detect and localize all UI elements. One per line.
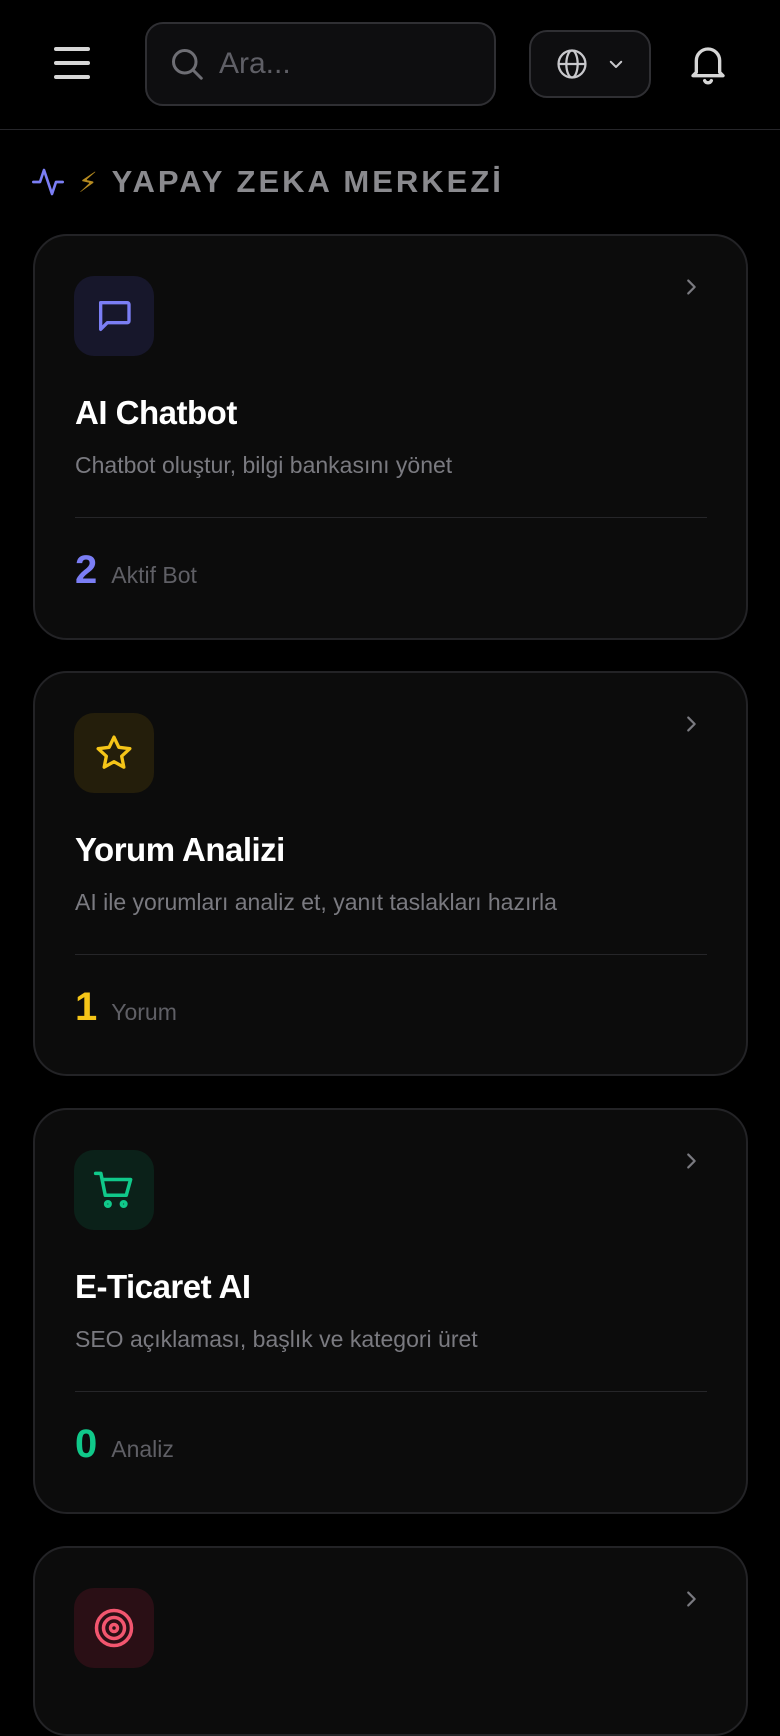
card-ai-chatbot[interactable]: AI Chatbot Chatbot oluştur, bilgi bankas…	[33, 234, 748, 640]
globe-icon	[557, 49, 587, 79]
card-e-ticaret-ai[interactable]: E-Ticaret AI SEO açıklaması, başlık ve k…	[33, 1108, 748, 1514]
chevron-right-icon	[687, 716, 696, 732]
chevron-right-icon	[687, 1153, 696, 1169]
stat-value: 1	[75, 985, 98, 1029]
hamburger-menu-icon[interactable]	[50, 45, 94, 81]
card-yorum-analizi[interactable]: Yorum Analizi AI ile yorumları analiz et…	[33, 671, 748, 1076]
chevron-right-icon	[687, 279, 696, 295]
card-description: SEO açıklaması, başlık ve kategori üret	[75, 1326, 478, 1352]
divider	[75, 954, 707, 955]
icon-box	[74, 1588, 154, 1668]
language-selector[interactable]	[529, 30, 651, 98]
shopping-cart-icon	[93, 1171, 133, 1209]
star-icon	[96, 735, 132, 769]
search-icon	[172, 49, 203, 80]
card-target[interactable]	[33, 1546, 748, 1736]
top-bar	[0, 0, 780, 130]
icon-box	[74, 1150, 154, 1230]
card-stat: 1 Yorum	[75, 985, 177, 1030]
stat-value: 0	[75, 1422, 98, 1466]
lightning-emoji: ⚡	[78, 166, 98, 198]
stat-label: Analiz	[111, 1436, 174, 1462]
card-title: AI Chatbot	[75, 394, 237, 431]
message-square-icon	[99, 301, 131, 331]
icon-box	[74, 713, 154, 793]
search-input[interactable]	[219, 47, 459, 81]
section-header: ⚡ YAPAY ZEKA MERKEZİ	[32, 160, 504, 204]
card-stat: 2 Aktif Bot	[75, 548, 197, 593]
target-icon	[94, 1608, 134, 1648]
divider	[75, 517, 707, 518]
chevron-right-icon	[687, 1591, 696, 1607]
stat-label: Yorum	[111, 999, 177, 1025]
activity-icon	[32, 168, 64, 196]
card-description: Chatbot oluştur, bilgi bankasını yönet	[75, 452, 453, 478]
card-title: Yorum Analizi	[75, 831, 285, 868]
card-title: E-Ticaret AI	[75, 1268, 251, 1305]
icon-box	[74, 276, 154, 356]
card-description: AI ile yorumları analiz et, yanıt taslak…	[75, 889, 557, 915]
stat-value: 2	[75, 548, 98, 592]
bell-icon[interactable]	[688, 42, 728, 86]
divider	[75, 1391, 707, 1392]
section-title: YAPAY ZEKA MERKEZİ	[111, 164, 504, 199]
chevron-down-icon	[609, 60, 623, 68]
card-stat: 0 Analiz	[75, 1422, 174, 1467]
stat-label: Aktif Bot	[111, 562, 197, 588]
search-box[interactable]	[145, 22, 496, 106]
